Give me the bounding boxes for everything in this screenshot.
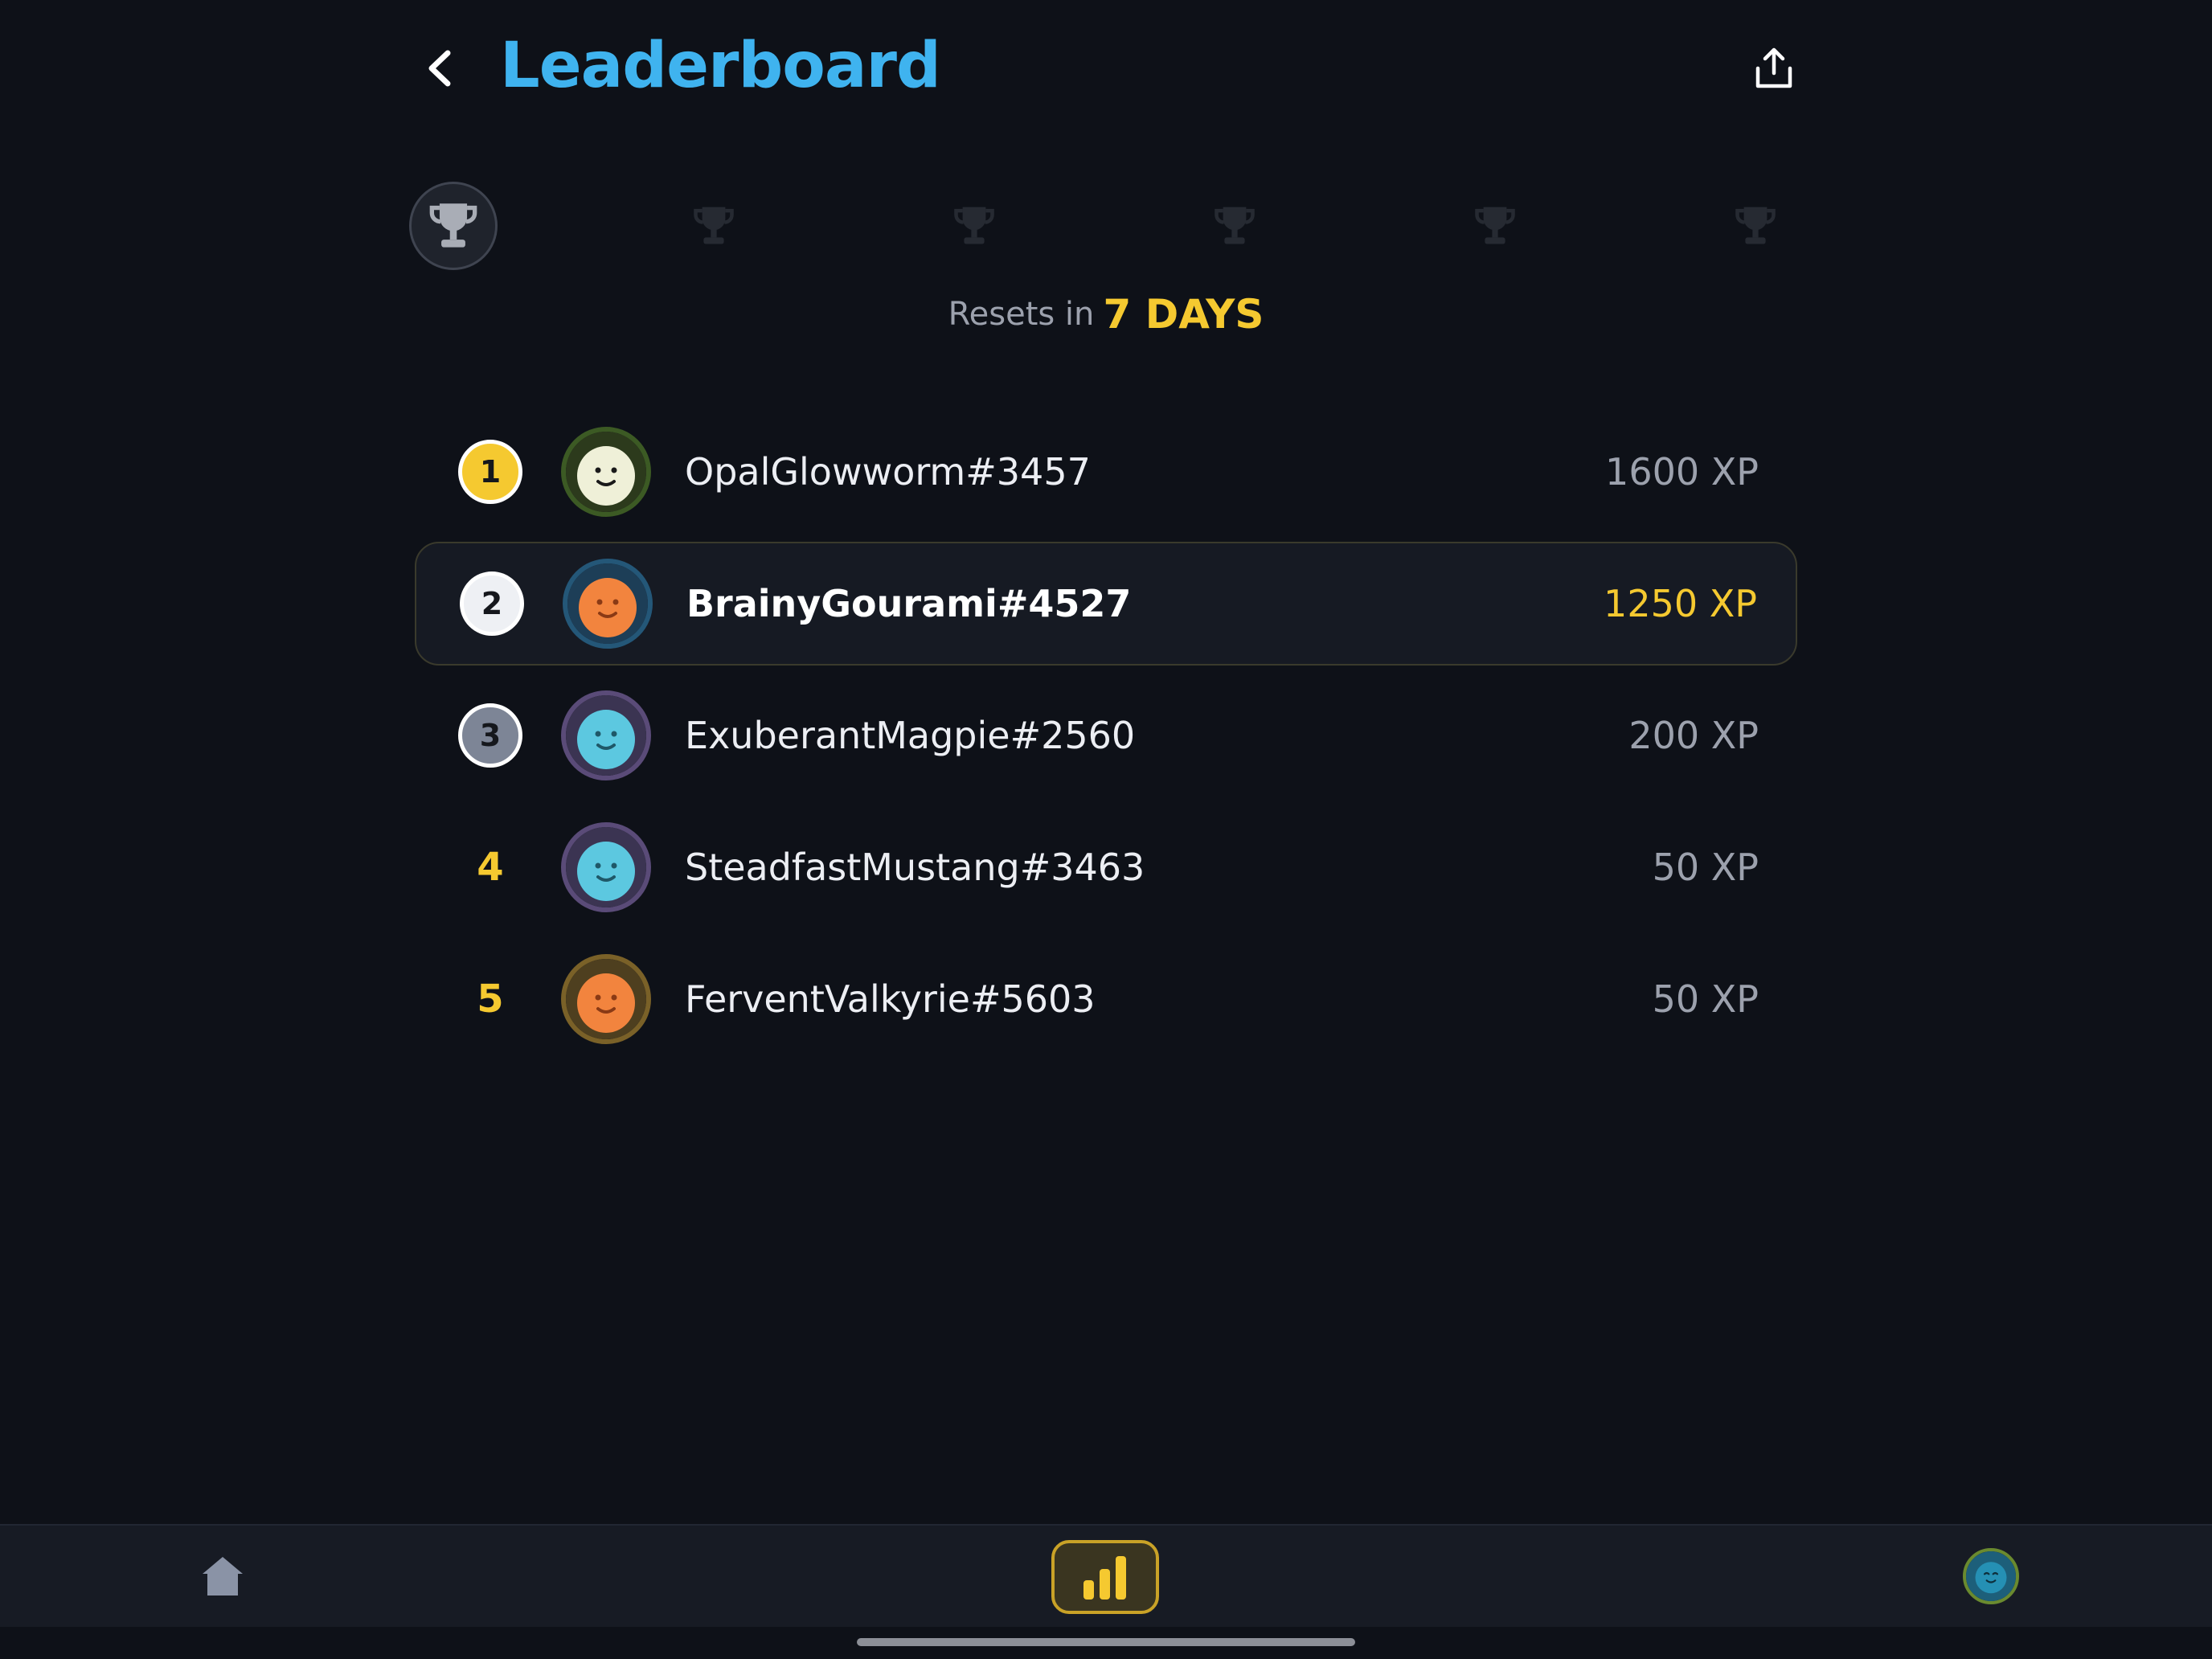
ranking-row[interactable]: 5 FerventValkyrie#5603 50 XP [415,937,1797,1061]
ranking-row-current-user[interactable]: 2 BrainyGourami#4527 1250 XP [415,542,1797,666]
trophy-icon [954,207,994,244]
back-button[interactable] [412,40,468,96]
avatar-face-icon [567,563,648,644]
ranking-list: 1 OpalGlowworm#3457 1600 XP 2 BrainyGour… [415,410,1797,1069]
home-indicator [857,1638,1355,1646]
trophy-icon [1475,207,1515,244]
ranking-row[interactable]: 4 SteadfastMustang#3463 50 XP [415,805,1797,929]
avatar-face-icon [566,695,646,776]
username[interactable]: ExuberantMagpie#2560 [685,711,1135,760]
trophy-icon [1215,207,1255,244]
avatar-face-icon [566,827,646,907]
home-icon [203,1557,243,1596]
chevron-left-icon [428,50,451,87]
xp-score: 50 XP [1652,846,1759,889]
user-avatar[interactable] [561,954,651,1044]
rank-medal-badge: 2 [460,571,524,636]
profile-avatar [1966,1551,2016,1601]
page-title: Leaderboard [500,30,941,102]
username[interactable]: OpalGlowworm#3457 [685,448,1091,496]
reset-value: 7 DAYS [1103,291,1264,338]
league-trophy-6[interactable] [1711,182,1800,270]
user-avatar[interactable] [561,427,651,517]
bottom-tab-bar [0,1524,2212,1627]
rank-medal-badge: 1 [458,440,522,504]
ranking-row[interactable]: 3 ExuberantMagpie#2560 200 XP [415,674,1797,797]
xp-score: 1250 XP [1604,582,1757,625]
username[interactable]: FerventValkyrie#5603 [685,975,1096,1023]
leaderboard-screen: Leaderboard Resets in 7 DAYS 1 OpalGloww… [0,0,2212,1659]
league-trophy-5[interactable] [1451,182,1539,270]
rank-number: 5 [477,977,504,1022]
trophy-icon [429,203,477,248]
tab-profile[interactable] [1963,1548,2019,1604]
avatar-face-icon [566,959,646,1039]
xp-score: 200 XP [1628,714,1759,757]
tab-leaderboard[interactable] [1051,1540,1159,1614]
trophy-icon [694,207,734,244]
league-trophy-4[interactable] [1190,182,1279,270]
user-avatar[interactable] [561,822,651,912]
league-trophy-1[interactable] [409,182,498,270]
username[interactable]: BrainyGourami#4527 [686,580,1131,628]
xp-score: 1600 XP [1605,450,1759,494]
share-icon [1755,47,1792,88]
rank-number: 4 [477,845,504,890]
reset-countdown: Resets in 7 DAYS [0,291,2212,338]
username[interactable]: SteadfastMustang#3463 [685,843,1145,891]
league-selector [0,182,2212,273]
reset-label: Resets in [948,296,1095,333]
xp-score: 50 XP [1652,977,1759,1021]
share-button[interactable] [1746,40,1802,96]
tab-home[interactable] [186,1550,259,1603]
avatar-face-icon [566,432,646,512]
trophy-icon [1735,207,1776,244]
user-avatar[interactable] [563,559,653,649]
bar-chart-icon [1083,1556,1126,1600]
league-trophy-2[interactable] [670,182,758,270]
league-trophy-3[interactable] [930,182,1018,270]
rank-medal-badge: 3 [458,703,522,768]
ranking-row[interactable]: 1 OpalGlowworm#3457 1600 XP [415,410,1797,534]
user-avatar[interactable] [561,690,651,780]
